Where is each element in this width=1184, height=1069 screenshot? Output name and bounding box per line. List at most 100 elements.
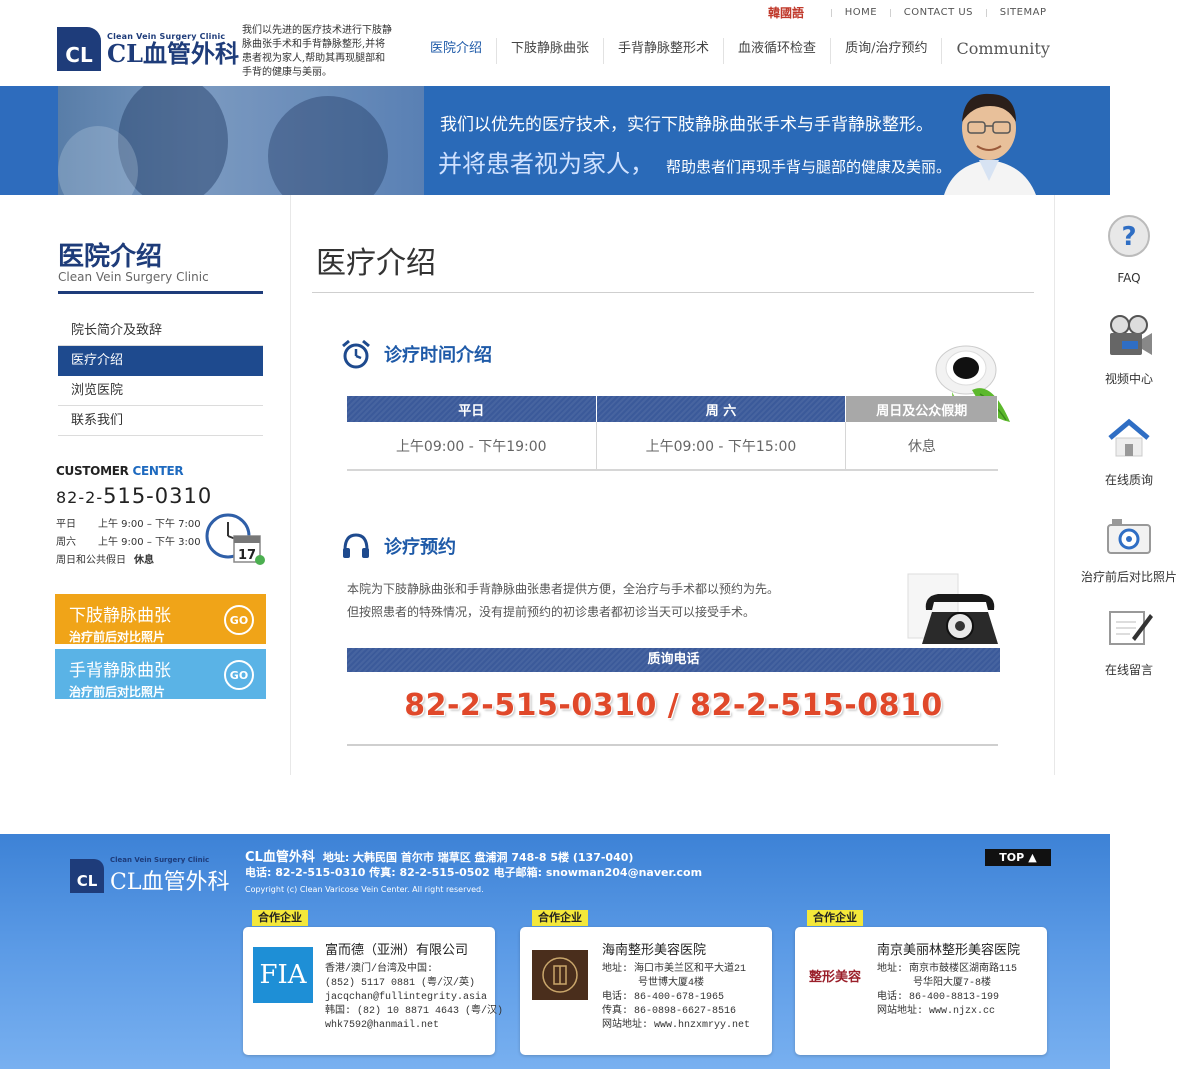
customer-center-title: CUSTOMER CENTER (56, 464, 184, 478)
cc-phone-prefix: 82-2- (56, 488, 104, 507)
bottom-rule (347, 744, 998, 746)
hours-row: 平日 上午 9:00 – 下午 7:00 (56, 516, 201, 534)
quick-before-after[interactable]: 治疗前后对比照片 (1074, 511, 1184, 585)
partner-name: 富而德（亚洲）有限公司 (325, 943, 469, 958)
separator: | (830, 7, 833, 17)
go-button[interactable]: GO (224, 660, 254, 690)
partner-card[interactable]: 海南整形美容医院 地址: 海口市美兰区和平大道21 号世博大厦4楼 电话: 86… (520, 927, 772, 1055)
footer: CL Clean Vein Surgery Clinic CL血管外科 CL血管… (0, 834, 1110, 1069)
quick-label: 在线质询 (1104, 473, 1153, 487)
quick-faq[interactable]: ? FAQ (1074, 214, 1184, 285)
section-hours-heading: 诊疗时间介绍 (340, 338, 492, 370)
table-header-saturday: 周 六 (596, 396, 847, 422)
separator: | (985, 7, 988, 17)
partner-line: 电话: 86-400-678-1965 (602, 992, 725, 1003)
table-cell: 上午09:00 - 下午15:00 (596, 422, 847, 471)
hours-table: 平日 周 六 周日及公众假期 上午09:00 - 下午19:00 上午09:00… (347, 396, 998, 471)
logo-badge: CL (52, 22, 101, 71)
partner-card[interactable]: FIA 富而德（亚洲）有限公司 香港/澳门/台湾及中国: (852) 5117 … (243, 927, 503, 1055)
nav-community[interactable]: Community (942, 38, 1063, 64)
section-booking-label: 诊疗预约 (384, 537, 456, 558)
partner-line: 地址: 南京市鼓楼区湖南路115 (877, 964, 1018, 975)
partner-line: 地址: 海口市美兰区和平大道21 (602, 964, 747, 975)
svg-text:?: ? (1121, 222, 1136, 252)
logo-text: Clean Vein Surgery Clinic CL血管外科 (107, 32, 239, 67)
notepad-pen-icon (1109, 611, 1153, 645)
go-button[interactable]: GO (224, 605, 254, 635)
site-logo[interactable]: CL Clean Vein Surgery Clinic CL血管外科 (52, 22, 239, 71)
cc-title-b: CENTER (132, 464, 184, 478)
cc-phone-number: 515-0310 (103, 484, 213, 508)
footer-logo-chinese: CL血管外科 (110, 870, 230, 895)
hours-time: 休息 (134, 555, 154, 566)
hours-row: 周日和公共假日 休息 (56, 552, 201, 570)
promo-leg-varicose[interactable]: 下肢静脉曲张 治疗前后对比照片 GO (55, 594, 266, 644)
house-icon (1108, 418, 1150, 457)
partner-card[interactable]: 整形美容 南京美丽林整形美容医院 地址: 南京市鼓楼区湖南路115 号华阳大厦7… (795, 927, 1047, 1055)
sidebar-item-medical-intro[interactable]: 医疗介绍 (58, 346, 263, 376)
footer-logo[interactable]: CL Clean Vein Surgery Clinic CL血管外科 (70, 856, 229, 896)
top-label: TOP (999, 851, 1025, 864)
photo-shape (268, 96, 388, 195)
table-cell: 休息 (845, 422, 998, 471)
footer-clinic-name: CL血管外科 (245, 850, 315, 865)
quick-online-consult[interactable]: 在线质询 (1074, 414, 1184, 488)
partner-line: 香港/澳门/台湾及中国: (325, 964, 434, 975)
nav-circulation-test[interactable]: 血液循环检查 (724, 38, 832, 64)
nav-hand-vein[interactable]: 手背静脉整形术 (604, 38, 725, 64)
partner-line: 网站地址: www.hnzxmryy.net (602, 1020, 751, 1031)
banner-line2: 并将患者视为家人， 帮助患者们再现手背与腿部的健康及美丽。 (438, 144, 951, 179)
customer-center-hours: 平日 上午 9:00 – 下午 7:00 周六 上午 9:00 – 下午 3:00 … (56, 516, 201, 570)
quick-video-center[interactable]: 视频中心 (1074, 313, 1184, 387)
quick-label: 治疗前后对比照片 (1080, 570, 1177, 584)
partner-line: jacqchan@fullintegrity.asia (325, 992, 488, 1003)
home-link[interactable]: HOME (845, 7, 877, 18)
title-rule (312, 292, 1034, 293)
logo-chinese: CL血管外科 (107, 38, 239, 68)
partner-logo-fia: FIA (253, 947, 313, 1003)
partner-line: 号华阳大厦7-8楼 (877, 978, 992, 989)
footer-logo-text: Clean Vein Surgery Clinic CL血管外科 (110, 856, 229, 896)
partner-info: 富而德（亚洲）有限公司 香港/澳门/台湾及中国: (852) 5117 0881… (325, 943, 503, 1055)
alarm-clock-icon (342, 339, 370, 369)
sitemap-link[interactable]: SITEMAP (1000, 7, 1047, 18)
sidebar-item-contact[interactable]: 联系我们 (58, 406, 263, 436)
hours-time: 上午 9:00 – 下午 3:00 (98, 537, 201, 548)
caret-up-icon: ▲ (1028, 851, 1037, 864)
booking-description: 本院为下肢静脉曲张和手背静脉曲张患者提供方便，全治疗与手术都以预约为先。 但按照… (347, 578, 779, 624)
video-camera-icon (1110, 315, 1152, 355)
table-header-holiday: 周日及公众假期 (845, 396, 998, 422)
nav-leg-varicose[interactable]: 下肢静脉曲张 (497, 38, 605, 64)
footer-info: CL血管外科 地址: 大韩民国 首尔市 瑞草区 盘浦洞 748-8 5楼 (137… (245, 850, 702, 897)
hours-day: 周六 (56, 537, 76, 548)
camera-icon (1107, 519, 1151, 554)
contact-link[interactable]: CONTACT US (904, 7, 973, 18)
sidebar-item-tour[interactable]: 浏览医院 (58, 376, 263, 406)
nav-consult-booking[interactable]: 质询/治疗预约 (831, 38, 943, 64)
sidebar-item-director[interactable]: 院长简介及致辞 (58, 316, 263, 346)
content-border-right (1054, 195, 1055, 775)
partner-name: 南京美丽林整形美容医院 (877, 943, 1021, 958)
surgery-photo (58, 86, 424, 195)
partner-info: 南京美丽林整形美容医院 地址: 南京市鼓楼区湖南路115 号华阳大厦7-8楼 电… (877, 943, 1020, 1055)
korean-language-link[interactable]: 韓國語 (768, 4, 804, 21)
booking-line: 本院为下肢静脉曲张和手背静脉曲张患者提供方便，全治疗与手术都以预约为先。 (347, 582, 780, 596)
separator: | (889, 7, 892, 17)
table-cell: 上午09:00 - 下午19:00 (347, 422, 597, 471)
footer-copyright: Copyright (c) Clean Varicose Vein Center… (245, 885, 484, 894)
logo-description: 我们以先进的医疗技术进行下肢静脉曲张手术和手背静脉整形,并将患者视为家人,帮助其… (242, 25, 392, 78)
quick-message-board[interactable]: 在线留言 (1074, 604, 1184, 678)
sidebar-title: 医院介绍 (58, 242, 163, 272)
doctor-portrait (944, 93, 1036, 195)
hours-time: 上午 9:00 – 下午 7:00 (98, 519, 201, 530)
clock-calendar-icon: 17 (205, 513, 265, 565)
partner-logo-hainan (530, 947, 590, 1003)
partner-line: 传真: 86-0898-6627-8516 (602, 1006, 737, 1017)
customer-center-phone: 82-2-515-0310 (56, 484, 212, 508)
sidebar-subtitle: Clean Vein Surgery Clinic (58, 270, 209, 284)
promo-hand-vein[interactable]: 手背静脉曲张 治疗前后对比照片 GO (55, 649, 266, 699)
section-booking-heading: 诊疗预约 (340, 530, 456, 562)
hero-banner: 我们以优先的医疗技术，实行下肢静脉曲张手术与手背静脉整形。 并将患者视为家人， … (0, 86, 1110, 195)
nav-hospital-intro[interactable]: 医院介绍 (416, 38, 498, 64)
top-button[interactable]: TOP ▲ (985, 849, 1051, 866)
